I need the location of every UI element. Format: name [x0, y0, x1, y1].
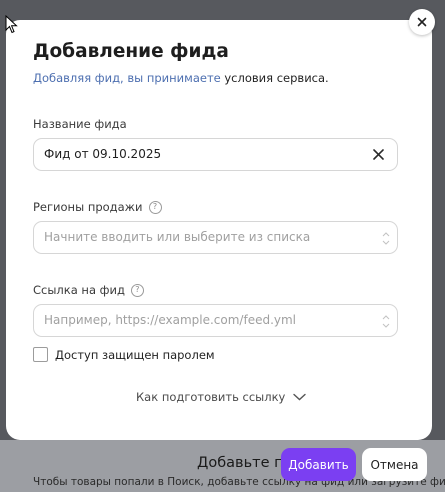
add-button[interactable]: Добавить	[281, 448, 356, 481]
dialog-subtitle: Добавляя фид, вы принимаете условия серв…	[33, 71, 329, 85]
how-to-prepare-link-text: Как подготовить ссылку	[136, 390, 286, 404]
chevron-down-icon	[293, 393, 307, 401]
background-heading: Добавьте пе	[197, 455, 293, 471]
feed-url-input[interactable]: Например, https://example.com/feed.yml	[33, 304, 398, 337]
spinner-arrows-icon	[382, 315, 390, 328]
regions-select[interactable]: Начните вводить или выберите из списка	[33, 221, 398, 254]
regions-placeholder: Начните вводить или выберите из списка	[44, 230, 311, 244]
clear-icon[interactable]	[371, 147, 386, 162]
feed-name-label: Название фида	[33, 117, 127, 131]
password-protected-row[interactable]: Доступ защищен паролем	[33, 347, 215, 362]
password-protected-label: Доступ защищен паролем	[55, 347, 215, 362]
feed-name-input[interactable]: Фид от 09.10.2025	[33, 138, 398, 171]
spinner-arrows-icon	[382, 232, 390, 245]
question-circle-icon[interactable]: ?	[130, 283, 144, 297]
feed-url-placeholder: Например, https://example.com/feed.yml	[44, 313, 297, 327]
how-to-prepare-link[interactable]: Как подготовить ссылку	[136, 390, 307, 404]
regions-label: Регионы продажи ?	[33, 200, 162, 214]
subtitle-text: Добавляя фид, вы принимаете	[33, 71, 221, 85]
mouse-cursor-icon	[5, 15, 18, 34]
regions-label-text: Регионы продажи	[33, 200, 143, 214]
terms-link[interactable]: условия сервиса.	[224, 71, 328, 85]
password-protected-checkbox[interactable]	[33, 347, 48, 362]
close-icon	[417, 17, 427, 27]
feed-name-label-text: Название фида	[33, 117, 127, 131]
feed-url-label-text: Ссылка на фид	[33, 283, 125, 297]
dialog-title: Добавление фида	[33, 41, 229, 62]
feed-url-label: Ссылка на фид ?	[33, 283, 144, 297]
cancel-button[interactable]: Отмена	[362, 448, 427, 481]
feed-name-value: Фид от 09.10.2025	[44, 147, 162, 161]
add-feed-dialog: Добавление фида Добавляя фид, вы принима…	[6, 20, 432, 440]
close-button[interactable]	[409, 9, 435, 35]
question-circle-icon[interactable]: ?	[148, 200, 162, 214]
